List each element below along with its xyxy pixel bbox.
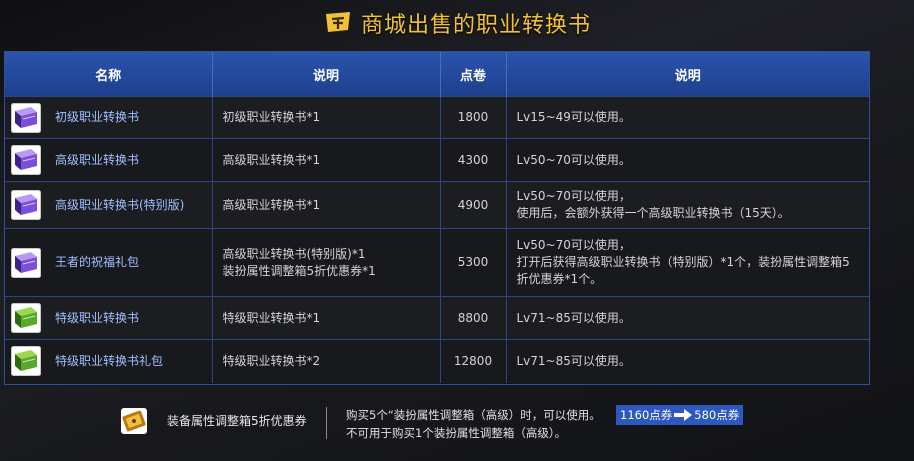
row-description-line: Lv15~49可以使用。 [516, 110, 631, 124]
row-description-line: 使用后，会额外获得一个高级职业转换书（15天）。 [516, 206, 790, 220]
row-description-cell: Lv50~70可以使用， 使用后，会额外获得一个高级职业转换书（15天）。 [506, 181, 869, 229]
row-description-cell: Lv71~85可以使用。 [506, 339, 869, 383]
row-description-line: Lv50~70可以使用， [516, 238, 631, 252]
item-name-link[interactable]: 高级职业转换书 [55, 152, 139, 169]
item-name-link[interactable]: 高级职业转换书(特别版) [55, 197, 184, 214]
row-description-line: Lv71~85可以使用。 [516, 310, 631, 325]
row-contents-line: 高级职业转换书*1 [222, 152, 321, 167]
row-description-cell: Lv50~70可以使用。 [506, 138, 869, 182]
row-contents-line: 高级职业转换书*1 [222, 197, 321, 212]
arrow-right-icon [674, 409, 693, 421]
row-name-cell: 王者的祝福礼包 [5, 228, 213, 297]
row-name-cell: 高级职业转换书(特别版) [5, 181, 213, 229]
coupon-divider [326, 407, 327, 439]
coupon-name: 装备属性调整箱5折优惠券 [167, 414, 307, 428]
row-contents-line: 特级职业转换书*1 [222, 310, 321, 325]
row-price-cell: 1800 [440, 96, 507, 139]
row-contents-cell: 初级职业转换书*1 [212, 96, 441, 139]
item-name-link[interactable]: 王者的祝福礼包 [55, 254, 139, 271]
job-book-table: 名称 说明 点卷 说明 初级职业转换书 初级职业转换书*1 1800 Lv15~49可… [4, 51, 870, 385]
row-description-line: 折优惠券*1个。 [516, 272, 603, 286]
column-header-name: 名称 [5, 52, 213, 97]
crossed-swords-icon [325, 12, 350, 32]
row-description-line: 打开后获得高级职业转换书（特别版）*1个，装扮属性调整箱5 [516, 255, 850, 269]
row-contents-cell: 高级职业转换书(特别版)*1 装扮属性调整箱5折优惠券*1 [212, 228, 441, 297]
purple-book-icon [11, 190, 41, 220]
page-header: 商城出售的职业转换书 [0, 6, 914, 40]
row-price-cell: 4300 [440, 138, 507, 182]
table-header-row: 名称 说明 点卷 说明 [5, 52, 869, 97]
row-description-cell: Lv71~85可以使用。 [506, 296, 869, 340]
column-header-contents: 说明 [212, 52, 441, 97]
row-name-cell: 特级职业转换书礼包 [5, 339, 213, 383]
table-row: 特级职业转换书 特级职业转换书*1 8800 Lv71~85可以使用。 [5, 296, 869, 340]
row-contents-line: 装扮属性调整箱5折优惠券*1 [222, 263, 376, 278]
coupon-desc-line2: 不可用于购买1个装扮属性调整箱（高级）。 [346, 426, 567, 440]
row-contents-line: 特级职业转换书*2 [222, 353, 321, 368]
row-contents-cell: 特级职业转换书*1 [212, 296, 441, 340]
coupon-ticket-icon [121, 408, 147, 434]
table-row: 高级职业转换书 高级职业转换书*1 4300 Lv50~70可以使用。 [5, 138, 869, 182]
coupon-price-tag: 1160点券 580点券 [616, 405, 744, 425]
row-contents-cell: 特级职业转换书*2 [212, 339, 441, 383]
column-header-price: 点卷 [440, 52, 507, 97]
row-description-cell: Lv15~49可以使用。 [506, 96, 869, 139]
row-contents-line: 高级职业转换书(特别版)*1 [222, 246, 366, 261]
row-description-cell: Lv50~70可以使用， 打开后获得高级职业转换书（特别版）*1个，装扮属性调整箱… [506, 228, 869, 297]
row-description-line: Lv50~70可以使用。 [516, 152, 631, 167]
table-row: 高级职业转换书(特别版) 高级职业转换书*1 4900 Lv50~70可以使用， 使用后… [5, 181, 869, 229]
item-name-link[interactable]: 初级职业转换书 [55, 109, 139, 126]
row-price-cell: 4900 [440, 181, 507, 229]
table-row: 初级职业转换书 初级职业转换书*1 1800 Lv15~49可以使用。 [5, 96, 869, 139]
row-name-cell: 高级职业转换书 [5, 138, 213, 182]
price-original: 1160点券 [620, 408, 673, 422]
green-book-icon [11, 346, 41, 377]
item-name-link[interactable]: 特级职业转换书 [55, 310, 139, 327]
coupon-desc-line1: 购买5个“装扮属性调整箱（高级）时，可以使用。 [346, 408, 601, 422]
row-name-cell: 初级职业转换书 [5, 96, 213, 139]
green-book-icon [11, 303, 41, 333]
table-row: 特级职业转换书礼包 特级职业转换书*2 12800 Lv71~85可以使用。 [5, 339, 869, 383]
row-description-line: Lv71~85可以使用。 [516, 353, 631, 368]
purple-book-icon [11, 102, 41, 133]
row-contents-cell: 高级职业转换书*1 [212, 181, 441, 229]
row-contents-cell: 高级职业转换书*1 [212, 138, 441, 182]
price-discounted: 580点券 [694, 408, 740, 422]
purple-book-icon [11, 145, 41, 175]
column-header-description: 说明 [506, 52, 869, 97]
row-price-cell: 12800 [440, 339, 507, 383]
row-contents-line: 初级职业转换书*1 [222, 110, 321, 124]
item-name-link[interactable]: 特级职业转换书礼包 [55, 353, 163, 370]
row-price-cell: 8800 [440, 296, 507, 340]
page-title: 商城出售的职业转换书 [360, 13, 591, 38]
row-description-line: Lv50~70可以使用， [516, 189, 631, 203]
purple-book-icon [11, 247, 41, 278]
coupon-description: 购买5个“装扮属性调整箱（高级）时，可以使用。 不可用于购买1个装扮属性调整箱（… [346, 406, 601, 442]
coupon-section: 装备属性调整箱5折优惠券 购买5个“装扮属性调整箱（高级）时，可以使用。 不可用… [0, 395, 914, 445]
table-row: 王者的祝福礼包 高级职业转换书(特别版)*1 装扮属性调整箱5折优惠券*1 5300 L… [5, 228, 869, 297]
row-price-cell: 5300 [440, 228, 507, 297]
row-name-cell: 特级职业转换书 [5, 296, 213, 340]
